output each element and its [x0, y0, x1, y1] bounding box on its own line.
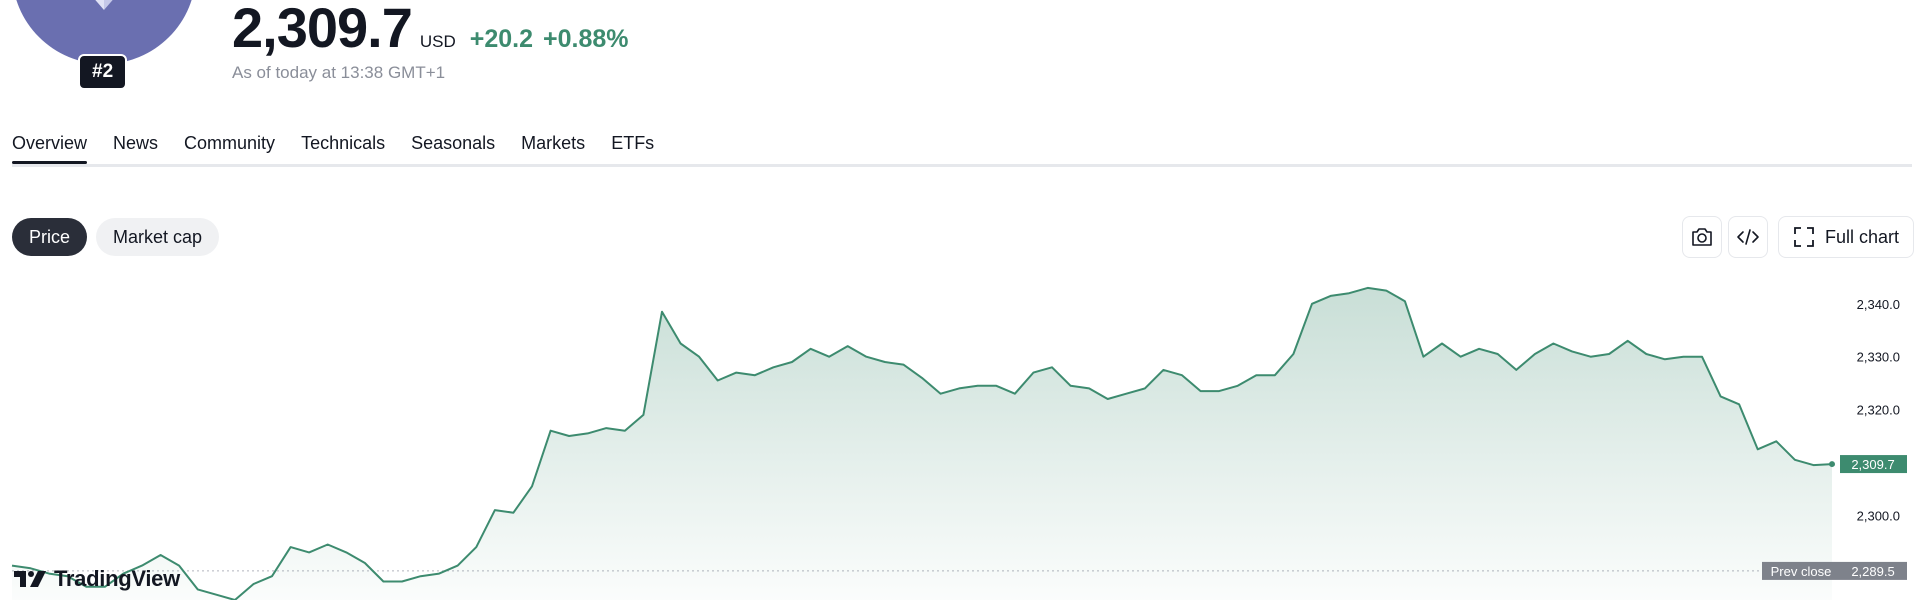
- tab-markets[interactable]: Markets: [521, 128, 585, 161]
- tradingview-label: TradingView: [54, 566, 180, 591]
- price-axis: 2,340.0 2,330.0 2,320.0 2,300.0: [1857, 297, 1900, 524]
- tab-technicals[interactable]: Technicals: [301, 128, 385, 161]
- fullscreen-icon: [1794, 227, 1814, 247]
- price-area: [12, 287, 1832, 600]
- tradingview-logo-icon: [14, 571, 46, 587]
- prev-close-text: Prev close: [1771, 564, 1832, 579]
- y-tick-label: 2,330.0: [1857, 350, 1900, 365]
- price-change-percent: +0.88%: [543, 25, 629, 53]
- rank-badge: #2: [78, 54, 128, 90]
- tab-overview[interactable]: Overview: [12, 128, 88, 164]
- price-chart[interactable]: 2,340.0 2,330.0 2,320.0 2,300.0 2,309.7 Pre…: [0, 280, 1920, 600]
- price-header: 2,309.7 USD +20.2 +0.88%: [232, 0, 629, 56]
- prev-close-value: 2,289.5: [1851, 564, 1894, 579]
- full-chart-label: Full chart: [1824, 226, 1900, 247]
- price-change: +20.2: [469, 25, 534, 53]
- tradingview-logo[interactable]: TradingView: [14, 566, 180, 592]
- tab-seasonals[interactable]: Seasonals: [411, 128, 495, 161]
- snapshot-button[interactable]: [1682, 216, 1722, 258]
- code-icon: [1737, 229, 1759, 245]
- camera-icon: [1692, 228, 1712, 246]
- embed-code-button[interactable]: [1728, 216, 1768, 258]
- last-price-label: 2,309.7: [1851, 457, 1894, 472]
- last-price-dot: [1829, 461, 1835, 468]
- prev-close-marker: Prev close 2,289.5: [1762, 561, 1907, 580]
- tab-community[interactable]: Community: [184, 128, 275, 161]
- y-tick-label: 2,340.0: [1857, 297, 1900, 312]
- tab-news[interactable]: News: [113, 128, 158, 161]
- symbol-tabs: Overview News Community Technicals Seaso…: [12, 128, 1912, 167]
- ethereum-diamond-icon: [95, 0, 113, 10]
- currency-label: USD: [419, 32, 456, 51]
- full-chart-button[interactable]: Full chart: [1778, 216, 1914, 258]
- last-price-marker: 2,309.7: [1840, 455, 1907, 474]
- as-of-timestamp: As of today at 13:38 GMT+1: [232, 63, 446, 82]
- y-tick-label: 2,300.0: [1857, 508, 1900, 523]
- tab-etfs[interactable]: ETFs: [611, 128, 654, 161]
- coin-logo: #2: [12, 0, 196, 90]
- price-toggle-button[interactable]: Price: [12, 218, 88, 256]
- y-tick-label: 2,320.0: [1857, 403, 1900, 418]
- market-cap-toggle-button[interactable]: Market cap: [96, 218, 220, 256]
- current-price: 2,309.7: [232, 0, 413, 59]
